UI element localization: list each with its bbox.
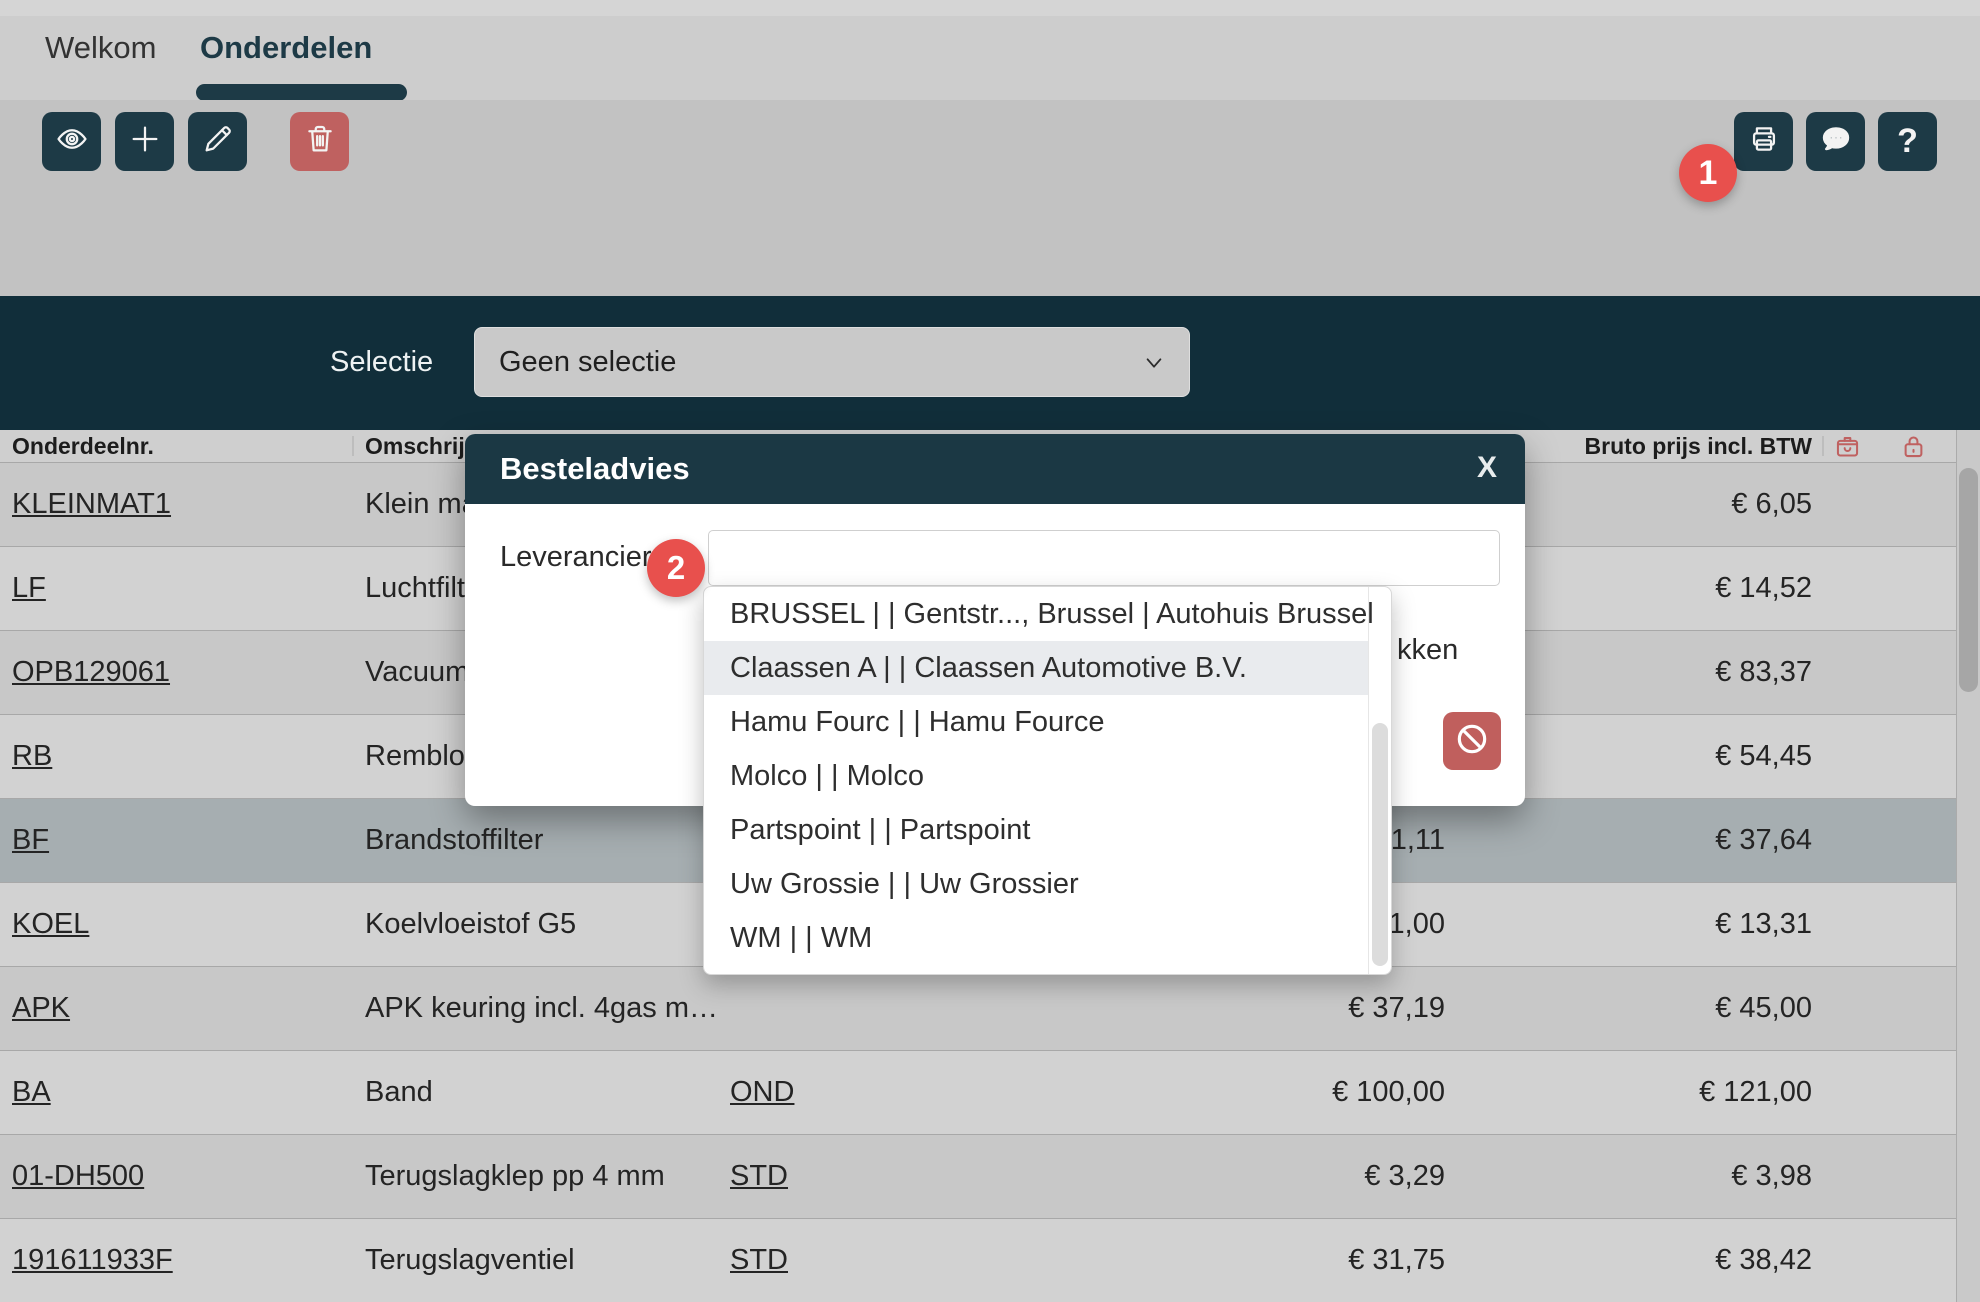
header-separator bbox=[352, 436, 354, 456]
part-type-link[interactable]: STD bbox=[730, 1135, 788, 1218]
dropdown-option[interactable]: Uw Grossie | | Uw Grossier bbox=[704, 857, 1368, 911]
table-row[interactable]: 01-DH500 Terugslagklep pp 4 mm STD € 3,2… bbox=[0, 1134, 1956, 1218]
part-number-link[interactable]: BA bbox=[12, 1051, 51, 1134]
part-description: Band bbox=[365, 1051, 433, 1134]
ban-icon bbox=[1453, 720, 1491, 763]
gross-price: € 83,37 bbox=[1715, 631, 1812, 714]
net-price: € 3,29 bbox=[1364, 1135, 1445, 1218]
gross-price: € 54,45 bbox=[1715, 715, 1812, 798]
cancel-button[interactable] bbox=[1443, 712, 1501, 770]
page-scrollbar-thumb[interactable] bbox=[1959, 468, 1978, 692]
app-window: Welkom Onderdelen ? ONDERDELEN Ik zoek bbox=[0, 0, 1980, 1302]
part-number-link[interactable]: KLEINMAT1 bbox=[12, 463, 171, 546]
part-description: Klein ma bbox=[365, 463, 478, 546]
part-type-link[interactable]: STD bbox=[730, 1219, 788, 1302]
gross-price: € 13,31 bbox=[1715, 883, 1812, 966]
leverancier-dropdown: BRUSSEL | | Gentstr..., Brussel | Autohu… bbox=[703, 586, 1392, 975]
part-description: APK keuring incl. 4gas m… bbox=[365, 967, 718, 1050]
trash-icon bbox=[303, 122, 337, 161]
net-price: 1,11 bbox=[1391, 799, 1445, 882]
part-number-link[interactable]: OPB129061 bbox=[12, 631, 170, 714]
part-description: Terugslagventiel bbox=[365, 1219, 575, 1302]
dropdown-option[interactable]: Molco | | Molco bbox=[704, 749, 1368, 803]
besteladvies-modal: Besteladvies X Leverancier 2 kken BRUSSE… bbox=[465, 434, 1525, 806]
lock-icon[interactable] bbox=[1900, 433, 1927, 460]
eye-icon bbox=[55, 122, 89, 161]
tab-welkom[interactable]: Welkom bbox=[45, 30, 156, 66]
part-description: Brandstoffilter bbox=[365, 799, 543, 882]
leverancier-input[interactable] bbox=[708, 530, 1500, 586]
top-strip bbox=[0, 0, 1980, 16]
delete-button[interactable] bbox=[290, 112, 349, 171]
gross-price: € 37,64 bbox=[1715, 799, 1812, 882]
header-onderdeelnr[interactable]: Onderdeelnr. bbox=[12, 430, 154, 462]
part-description: Terugslagklep pp 4 mm bbox=[365, 1135, 665, 1218]
modal-header: Besteladvies X bbox=[465, 434, 1525, 504]
net-price: € 31,75 bbox=[1348, 1219, 1445, 1302]
dropdown-option[interactable]: WM | | WM bbox=[704, 911, 1368, 965]
leverancier-label: Leverancier bbox=[500, 530, 652, 584]
selection-bar: Selectie Geen selectie bbox=[0, 296, 1980, 432]
part-number-link[interactable]: KOEL bbox=[12, 883, 89, 966]
tab-onderdelen[interactable]: Onderdelen bbox=[200, 30, 372, 66]
dropdown-option[interactable]: BRUSSEL | | Gentstr..., Brussel | Autohu… bbox=[704, 587, 1368, 641]
gross-price: € 121,00 bbox=[1699, 1051, 1812, 1134]
part-number-link[interactable]: 01-DH500 bbox=[12, 1135, 144, 1218]
dropdown-option[interactable]: Partspoint | | Partspoint bbox=[704, 803, 1368, 857]
part-number-link[interactable]: BF bbox=[12, 799, 49, 882]
header-bruto-prijs[interactable]: Bruto prijs incl. BTW bbox=[1585, 430, 1812, 462]
selection-label: Selectie bbox=[330, 346, 433, 379]
annotation-badge-1: 1 bbox=[1679, 144, 1737, 202]
gross-price: € 45,00 bbox=[1715, 967, 1812, 1050]
part-number-link[interactable]: APK bbox=[12, 967, 70, 1050]
chat-icon bbox=[1819, 122, 1853, 161]
selection-dropdown[interactable]: Geen selectie bbox=[474, 327, 1190, 397]
gross-price: € 3,98 bbox=[1731, 1135, 1812, 1218]
part-number-link[interactable]: RB bbox=[12, 715, 52, 798]
part-type-link[interactable]: OND bbox=[730, 1051, 794, 1134]
part-description: Remblo bbox=[365, 715, 465, 798]
partial-option-text: kken bbox=[1397, 634, 1458, 667]
net-price: € 100,00 bbox=[1332, 1051, 1445, 1134]
dropdown-scrollbar-divider bbox=[1368, 587, 1369, 975]
part-description: Vacuum bbox=[365, 631, 469, 714]
dropdown-option[interactable]: Hamu Fourc | | Hamu Fource bbox=[704, 695, 1368, 749]
toolbar: ? ONDERDELEN Ik zoek Er zijn 37 onderdel… bbox=[0, 100, 1980, 296]
gross-price: € 6,05 bbox=[1731, 463, 1812, 546]
pencil-icon bbox=[201, 122, 235, 161]
chevron-down-icon bbox=[1141, 352, 1167, 374]
printer-icon bbox=[1747, 122, 1781, 161]
net-price: 1,00 bbox=[1389, 883, 1445, 966]
part-number-link[interactable]: LF bbox=[12, 547, 46, 630]
dropdown-option-highlighted[interactable]: Claassen A | | Claassen Automotive B.V. bbox=[704, 641, 1368, 695]
edit-button[interactable] bbox=[188, 112, 247, 171]
add-button[interactable] bbox=[115, 112, 174, 171]
plus-icon bbox=[128, 122, 162, 161]
dropdown-scrollbar-thumb[interactable] bbox=[1372, 723, 1388, 966]
package-icon[interactable] bbox=[1834, 433, 1861, 460]
tab-bar: Welkom Onderdelen bbox=[0, 0, 1980, 100]
question-icon: ? bbox=[1897, 122, 1918, 161]
gross-price: € 38,42 bbox=[1715, 1219, 1812, 1302]
active-tab-underline bbox=[196, 84, 407, 101]
table-row[interactable]: APK APK keuring incl. 4gas m… € 37,19 € … bbox=[0, 966, 1956, 1050]
part-description: Luchtfilt bbox=[365, 547, 465, 630]
net-price: € 37,19 bbox=[1348, 967, 1445, 1050]
help-button[interactable]: ? bbox=[1878, 112, 1937, 171]
selection-value: Geen selectie bbox=[499, 346, 676, 379]
chat-button[interactable] bbox=[1806, 112, 1865, 171]
modal-title: Besteladvies bbox=[500, 451, 690, 487]
annotation-badge-2: 2 bbox=[647, 539, 705, 597]
part-number-link[interactable]: 191611933F bbox=[12, 1219, 173, 1302]
view-button[interactable] bbox=[42, 112, 101, 171]
close-icon[interactable]: X bbox=[1477, 451, 1497, 485]
print-button[interactable] bbox=[1734, 112, 1793, 171]
part-description: Koelvloeistof G5 bbox=[365, 883, 576, 966]
table-row[interactable]: 191611933F Terugslagventiel STD € 31,75 … bbox=[0, 1218, 1956, 1302]
header-separator bbox=[1822, 436, 1824, 456]
gross-price: € 14,52 bbox=[1715, 547, 1812, 630]
table-row[interactable]: BA Band OND € 100,00 € 121,00 bbox=[0, 1050, 1956, 1134]
